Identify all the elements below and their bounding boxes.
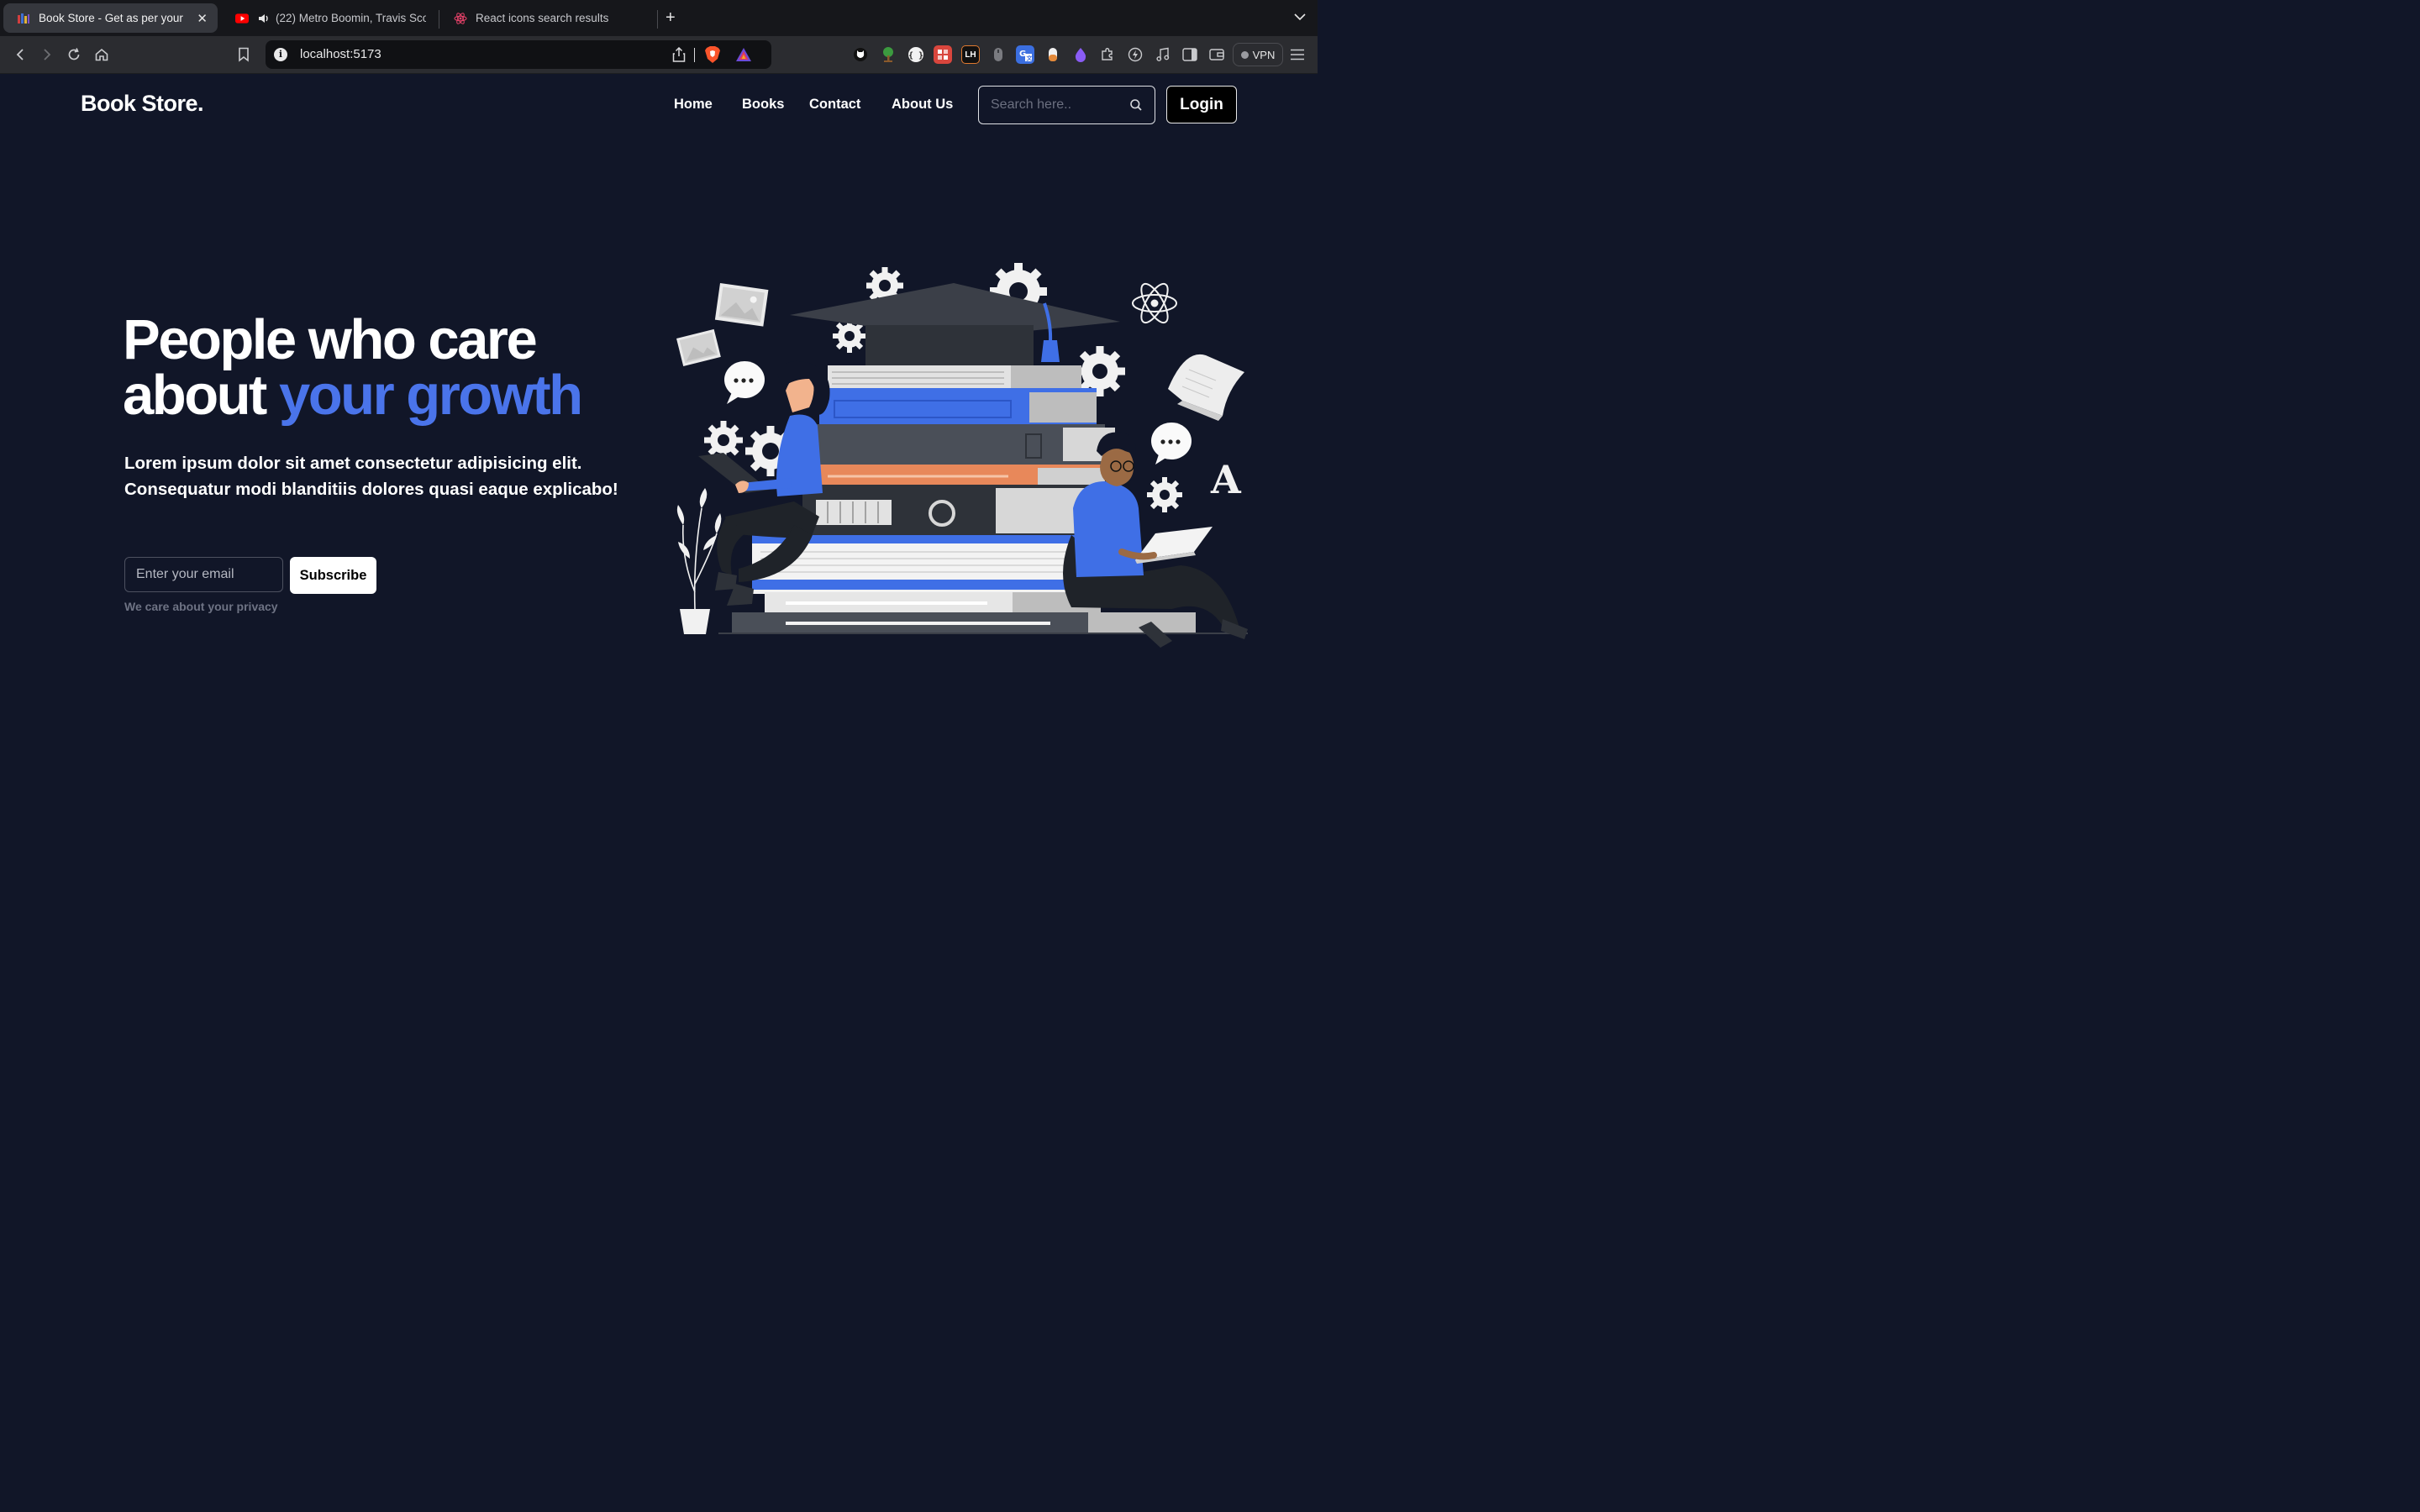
music-icon[interactable] — [1154, 45, 1172, 64]
brave-shield-icon[interactable] — [704, 45, 721, 68]
chat-bubble-icon — [724, 361, 765, 404]
vpn-button[interactable]: VPN — [1233, 43, 1283, 66]
brand-logo[interactable]: Book Store. — [81, 91, 204, 117]
tab-youtube[interactable]: (22) Metro Boomin, Travis Sco — [222, 3, 436, 33]
translate-extension-icon[interactable]: G文 — [1016, 45, 1034, 64]
tab-divider — [657, 10, 658, 29]
hero-heading-line-1: People who care — [123, 308, 538, 371]
search-input[interactable] — [979, 87, 1122, 123]
tab-title: React icons search results — [476, 12, 609, 24]
tree-extension-icon[interactable] — [879, 45, 897, 64]
search-icon[interactable] — [1129, 98, 1143, 112]
back-icon[interactable] — [12, 46, 29, 63]
address-bar[interactable]: i localhost:5173 — [266, 40, 771, 69]
address-url[interactable]: localhost:5173 — [300, 47, 381, 61]
react-favicon-icon — [454, 12, 467, 25]
home-icon[interactable] — [93, 46, 110, 63]
vpn-label: VPN — [1252, 48, 1276, 61]
wallet-icon[interactable] — [1207, 45, 1226, 64]
search-box — [978, 86, 1155, 124]
youtube-favicon-icon — [235, 12, 249, 25]
tab-list-icon[interactable] — [1294, 10, 1306, 25]
mouse-extension-icon[interactable] — [989, 45, 1007, 64]
speed-extension-icon[interactable] — [1126, 45, 1144, 64]
tab-react-icons[interactable]: React icons search results — [440, 3, 655, 33]
photo-icon — [714, 283, 769, 327]
nav-contact[interactable]: Contact — [809, 97, 860, 113]
letter-a-icon: A — [1210, 457, 1242, 502]
menu-icon[interactable] — [1288, 45, 1307, 64]
browser-toolbar: i localhost:5173 { } LH G文 VPN — [0, 36, 1318, 74]
vpn-status-dot — [1240, 50, 1249, 59]
svg-text:G: G — [1019, 50, 1026, 59]
hero-heading-line-2: about your growth — [123, 364, 583, 427]
nav-books[interactable]: Books — [742, 97, 784, 113]
browser-tab-strip: Book Store - Get as per your ✕ (22) Metr… — [0, 0, 1318, 36]
bookmark-icon[interactable] — [235, 46, 252, 63]
plant-icon — [676, 488, 722, 634]
capsule-extension-icon[interactable] — [1044, 45, 1062, 64]
github-extension-icon[interactable] — [851, 45, 870, 64]
new-tab-button[interactable]: + — [666, 8, 676, 27]
gear-icon — [1147, 477, 1182, 512]
subscribe-button[interactable]: Subscribe — [290, 557, 376, 594]
share-icon[interactable] — [672, 46, 686, 66]
nav-home[interactable]: Home — [674, 97, 713, 113]
svg-text:{ }: { } — [908, 51, 923, 60]
json-extension-icon[interactable]: { } — [907, 45, 925, 64]
bookstore-favicon-icon — [17, 12, 30, 25]
reload-icon[interactable] — [66, 46, 82, 63]
nav-about-us[interactable]: About Us — [892, 97, 953, 113]
tab-title: (22) Metro Boomin, Travis Sco — [276, 12, 426, 24]
hero-paragraph: Lorem ipsum dolor sit amet consectetur a… — [124, 454, 618, 499]
address-divider — [694, 48, 695, 62]
redux-extension-icon[interactable] — [934, 45, 952, 64]
site-info-icon[interactable]: i — [274, 48, 287, 61]
atom-icon — [1132, 282, 1177, 324]
droplet-extension-icon[interactable] — [1071, 45, 1090, 64]
chat-bubble-icon — [1151, 423, 1192, 465]
hero-heading-plain: about — [123, 364, 279, 427]
privacy-note: We care about your privacy — [124, 600, 278, 613]
photo-icon — [676, 328, 721, 366]
rewards-icon[interactable] — [735, 47, 752, 66]
tab-book-store[interactable]: Book Store - Get as per your ✕ — [3, 3, 218, 33]
audio-playing-icon[interactable] — [257, 12, 271, 25]
open-book-icon — [1168, 354, 1244, 421]
email-field[interactable] — [124, 557, 283, 592]
forward-icon[interactable] — [39, 46, 55, 63]
hero-heading-accent: your growth — [278, 364, 583, 427]
sidebar-icon[interactable] — [1181, 45, 1199, 64]
close-icon[interactable]: ✕ — [197, 11, 208, 26]
tab-title: Book Store - Get as per your — [39, 12, 183, 24]
login-button[interactable]: Login — [1166, 86, 1237, 123]
hero-illustration: A — [676, 263, 1248, 648]
lighthouse-extension-icon[interactable]: LH — [961, 45, 980, 64]
extensions-puzzle-icon[interactable] — [1098, 45, 1117, 64]
svg-text:文: 文 — [1027, 55, 1034, 62]
